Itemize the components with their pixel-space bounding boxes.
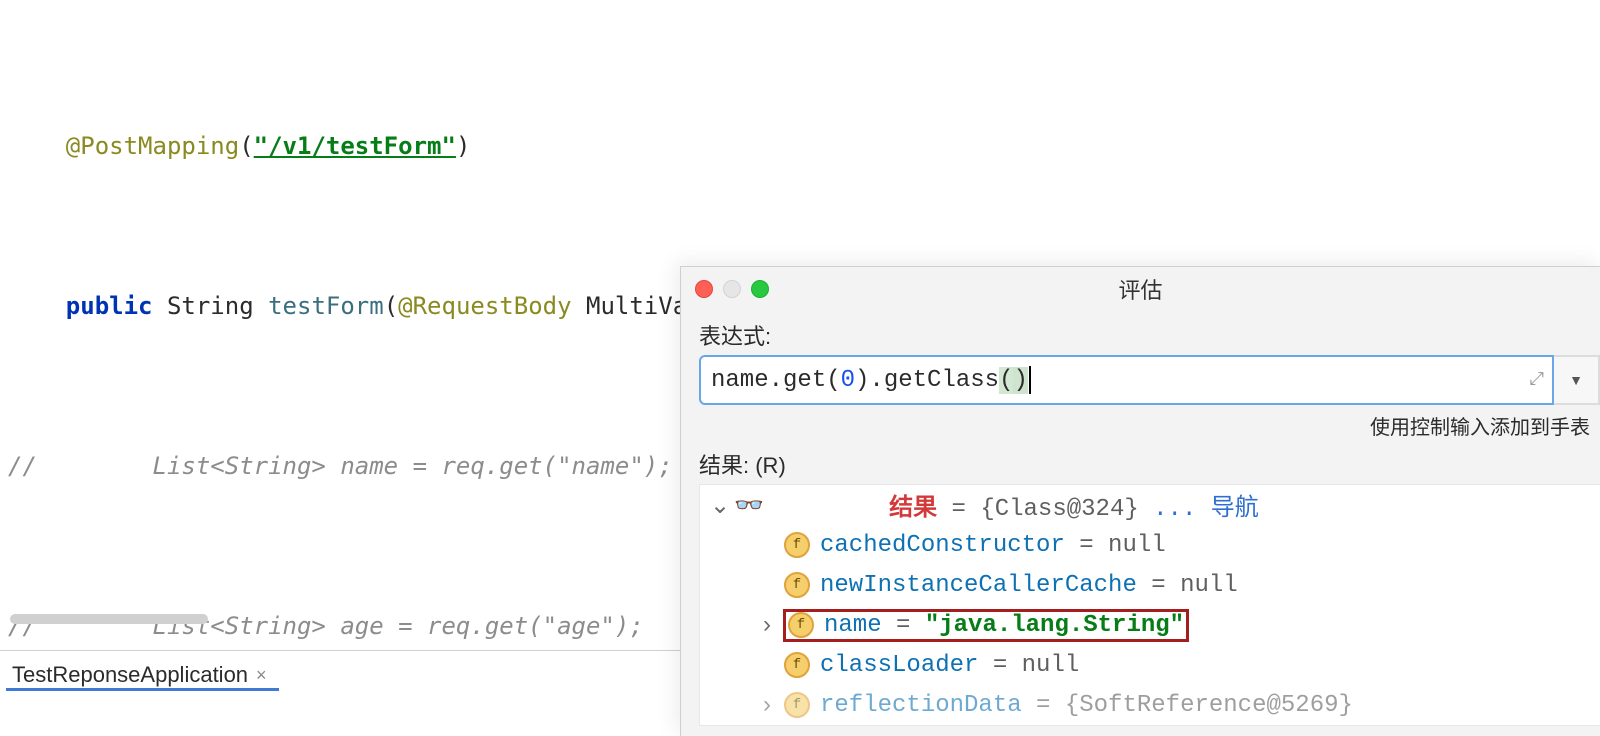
field-icon: f — [784, 572, 810, 598]
field-row[interactable]: › f reflectionData = {SoftReference@5269… — [700, 685, 1600, 725]
field-icon: f — [784, 692, 810, 718]
expression-label: 表达式: — [699, 319, 1582, 351]
annotation-postmapping: @PostMapping — [66, 132, 239, 160]
field-icon: f — [788, 612, 814, 638]
evaluate-dialog: 评估 表达式: name.get(0).getClass() ⤢ ▼ 使用控制输… — [680, 266, 1600, 736]
scrollbar-thumb[interactable] — [10, 614, 208, 624]
chevron-right-icon[interactable]: › — [760, 691, 774, 719]
code-line: @PostMapping("/v1/testForm") — [0, 126, 1600, 166]
mapping-url[interactable]: "/v1/testForm" — [254, 132, 456, 160]
dialog-title: 评估 — [681, 273, 1600, 305]
field-icon: f — [784, 532, 810, 558]
expand-icon[interactable]: ⤢ — [1530, 370, 1544, 391]
dialog-titlebar[interactable]: 评估 — [681, 267, 1600, 311]
tab-test-response-application[interactable]: TestReponseApplication × — [6, 656, 279, 691]
field-icon: f — [784, 652, 810, 678]
annotation-requestbody: @RequestBody — [398, 292, 571, 320]
horizontal-scrollbar[interactable] — [10, 612, 670, 626]
close-icon[interactable]: × — [256, 665, 267, 686]
tab-label: TestReponseApplication — [12, 662, 248, 688]
field-row-highlighted[interactable]: › f name = "java.lang.String" — [700, 605, 1600, 645]
result-root[interactable]: ⌄ 👓 结果 = {Class@324} ... 导航 — [700, 485, 1600, 525]
result-tree[interactable]: ⌄ 👓 结果 = {Class@324} ... 导航 f cachedCons… — [699, 484, 1600, 726]
watch-icon: 👓 — [734, 491, 764, 520]
expression-input[interactable]: name.get(0).getClass() ⤢ — [699, 355, 1554, 405]
method-name: testForm — [268, 292, 384, 320]
hint-text: 使用控制输入添加到手表 — [681, 411, 1590, 440]
chevron-down-icon[interactable]: ⌄ — [710, 491, 724, 520]
text-caret — [1029, 366, 1031, 394]
expression-history-dropdown[interactable]: ▼ — [1554, 355, 1600, 405]
chevron-right-icon[interactable]: › — [760, 611, 774, 639]
field-row[interactable]: f newInstanceCallerCache = null — [700, 565, 1600, 605]
navigate-link[interactable]: ... 导航 — [1153, 496, 1259, 523]
field-row[interactable]: f cachedConstructor = null — [700, 525, 1600, 565]
field-row[interactable]: f classLoader = null — [700, 645, 1600, 685]
